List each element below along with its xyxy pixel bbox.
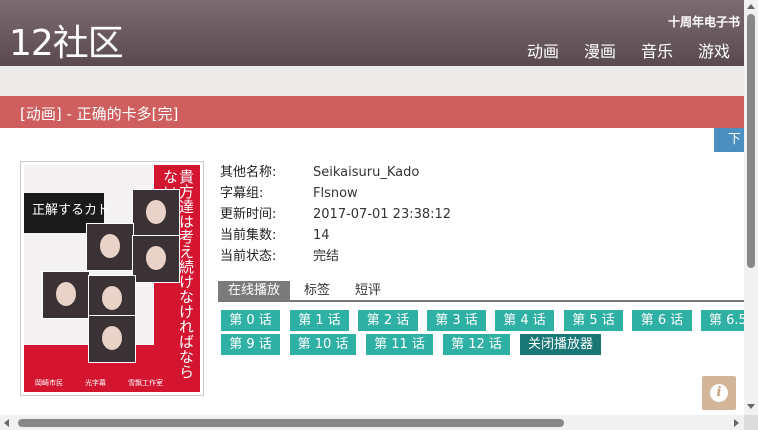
horizontal-scrollbar[interactable] (0, 415, 744, 430)
nav-item-anime[interactable]: 动画 (527, 38, 559, 62)
episode-button[interactable]: 第 1 话 (290, 310, 349, 331)
info-icon: i (716, 385, 722, 400)
main-nav: 动画 漫画 音乐 游戏 (527, 38, 730, 62)
episode-button[interactable]: 第 11 话 (366, 334, 433, 355)
cover-artwork: 正解するカド 貴方達は考え続けなければならない 岡崎市民 光字幕 雪飘工作室 (24, 165, 200, 392)
scroll-down-arrow-icon[interactable] (747, 404, 755, 409)
tab-tags[interactable]: 标签 (304, 281, 330, 300)
content-tabs: 在线播放 标签 短评 (218, 281, 744, 302)
info-label: 更新时间: (220, 207, 277, 222)
cover-credit: 岡崎市民 (35, 379, 63, 387)
info-label: 字幕组: (220, 186, 264, 201)
horizontal-scroll-thumb[interactable] (18, 419, 564, 427)
close-player-button[interactable]: 关闭播放器 (520, 334, 601, 355)
tab-online-play[interactable]: 在线播放 (218, 281, 290, 300)
download-button[interactable]: 下 (714, 128, 744, 152)
cover-credits: 岡崎市民 光字幕 雪飘工作室 (24, 378, 174, 388)
info-label: 当前集数: (220, 228, 277, 243)
scroll-up-arrow-icon[interactable] (747, 4, 755, 9)
episode-button[interactable]: 第 9 话 (221, 334, 280, 355)
nav-item-music[interactable]: 音乐 (641, 38, 673, 62)
anime-info: 其他名称: Seikaisuru_Kado 字幕组: Flsnow 更新时间: … (220, 164, 451, 269)
page-title: [动画] - 正确的卡多[完] (20, 105, 179, 123)
cover-credit: 雪飘工作室 (128, 379, 163, 387)
cover-character (86, 223, 134, 271)
page-viewport: 12社区 十周年电子书 动画 漫画 音乐 游戏 [动画] - 正确的卡多[完] … (0, 0, 744, 415)
nav-item-manga[interactable]: 漫画 (584, 38, 616, 62)
info-row-status: 当前状态: 完结 (220, 248, 451, 269)
title-bar: [动画] - 正确的卡多[完] (0, 96, 744, 128)
info-label: 其他名称: (220, 165, 277, 180)
tab-reviews[interactable]: 短评 (355, 281, 381, 300)
info-row-update-time: 更新时间: 2017-07-01 23:38:12 (220, 206, 451, 227)
info-value: Seikaisuru_Kado (313, 165, 420, 180)
info-value: 2017-07-01 23:38:12 (313, 207, 452, 222)
cover-image: 正解するカド 貴方達は考え続けなければならない 岡崎市民 光字幕 雪飘工作室 (20, 161, 204, 396)
scroll-left-arrow-icon[interactable] (4, 419, 9, 427)
site-header: 12社区 十周年电子书 动画 漫画 音乐 游戏 (0, 0, 744, 66)
episode-button[interactable]: 第 3 话 (427, 310, 486, 331)
subheader-strip (0, 66, 744, 96)
scroll-right-arrow-icon[interactable] (734, 419, 739, 427)
site-logo[interactable]: 12社区 (9, 14, 124, 66)
vertical-scrollbar[interactable] (744, 0, 758, 415)
vertical-scroll-thumb[interactable] (747, 14, 755, 268)
episode-button[interactable]: 第 6 话 (632, 310, 692, 331)
cover-character (88, 315, 136, 363)
episode-button[interactable]: 第 12 话 (443, 334, 510, 355)
nav-item-games[interactable]: 游戏 (698, 38, 730, 62)
promo-link[interactable]: 十周年电子书 (668, 13, 740, 30)
cover-character (132, 235, 180, 283)
info-row-other-name: 其他名称: Seikaisuru_Kado (220, 164, 451, 185)
episode-button[interactable]: 第 6.5 话 (701, 310, 744, 331)
scrollbar-corner (744, 415, 758, 430)
info-row-episode-count: 当前集数: 14 (220, 227, 451, 248)
info-button[interactable]: i (702, 376, 736, 410)
episode-button[interactable]: 第 2 话 (358, 310, 418, 331)
episode-button[interactable]: 第 5 话 (564, 310, 623, 331)
episode-button[interactable]: 第 4 话 (495, 310, 554, 331)
info-value: 14 (313, 228, 330, 243)
cover-title-text: 正解するカド (32, 203, 111, 218)
cover-credit: 光字幕 (85, 379, 106, 387)
episode-button[interactable]: 第 0 话 (221, 310, 280, 331)
info-row-subtitle-group: 字幕组: Flsnow (220, 185, 451, 206)
info-label: 当前状态: (220, 249, 277, 264)
info-value: 完结 (313, 249, 340, 264)
info-value: Flsnow (313, 186, 358, 201)
cover-character (42, 271, 90, 319)
episode-button[interactable]: 第 10 话 (290, 334, 356, 355)
cover-character (132, 189, 180, 237)
